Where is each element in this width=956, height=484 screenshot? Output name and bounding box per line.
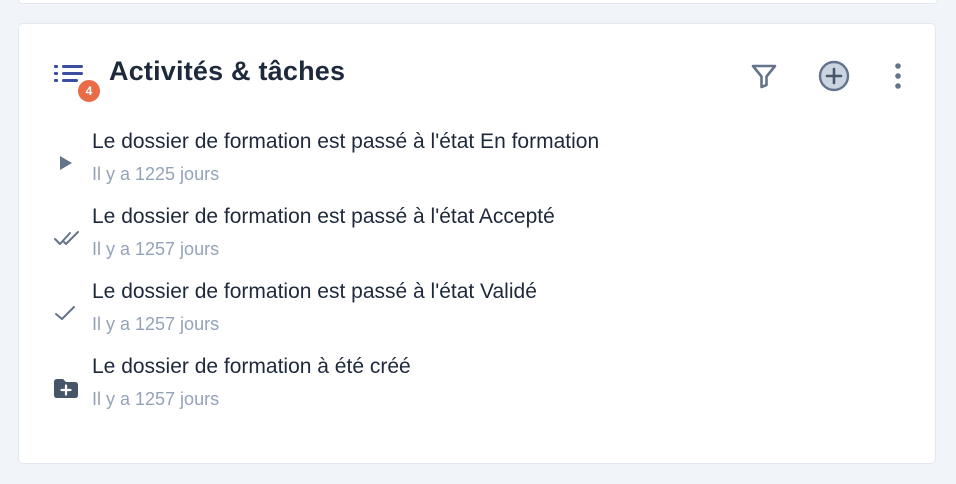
activity-time: Il y a 1257 jours	[92, 389, 220, 409]
activity-item[interactable]: Le dossier de formation est passé à l'ét…	[19, 277, 937, 337]
activity-item[interactable]: Le dossier de formation est passé à l'ét…	[19, 127, 937, 187]
panel-header: 4 Activités & tâches	[19, 24, 935, 124]
activity-text: Le dossier de formation est passé à l'ét…	[92, 205, 555, 228]
folder-add-icon	[53, 376, 78, 400]
add-activity-button[interactable]	[818, 60, 850, 92]
activity-item[interactable]: Le dossier de formation est passé à l'ét…	[19, 202, 937, 262]
filter-icon	[751, 64, 777, 89]
activity-text: Le dossier de formation est passé à l'ét…	[92, 280, 537, 303]
play-icon	[53, 151, 77, 175]
activity-time: Il y a 1257 jours	[92, 314, 220, 334]
filter-button[interactable]	[748, 60, 780, 92]
double-check-icon	[53, 226, 79, 250]
list-icon-container: 4	[53, 61, 102, 104]
add-circle-icon	[818, 60, 850, 92]
activity-text: Le dossier de formation est passé à l'ét…	[92, 130, 600, 153]
activity-time: Il y a 1257 jours	[92, 239, 220, 259]
activity-item[interactable]: Le dossier de formation à été créé Il y …	[19, 352, 937, 412]
panel-title: Activités & tâches	[109, 56, 346, 86]
activity-time: Il y a 1225 jours	[92, 164, 220, 184]
more-vertical-icon	[895, 63, 901, 89]
activity-text: Le dossier de formation à été créé	[92, 355, 411, 378]
more-options-button[interactable]	[882, 60, 914, 92]
activity-count-badge: 4	[76, 78, 102, 104]
previous-card-edge	[18, 0, 938, 4]
activities-panel: 4 Activités & tâches Le dossier de forma…	[18, 23, 936, 464]
check-icon	[53, 301, 77, 325]
